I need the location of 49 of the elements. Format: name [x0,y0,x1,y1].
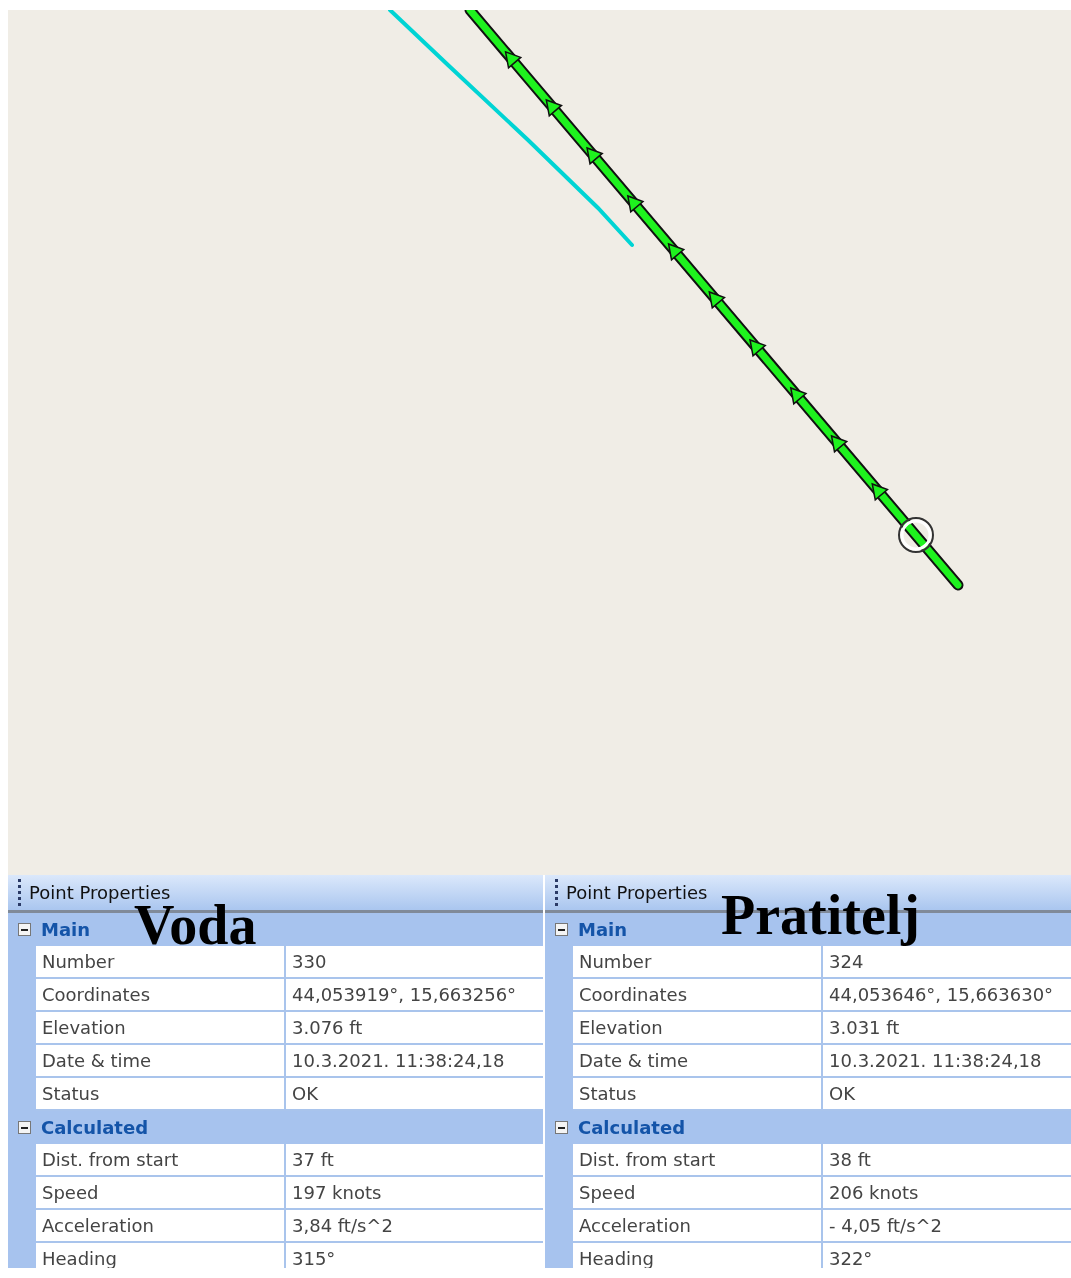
collapse-icon[interactable] [555,1121,568,1134]
property-name: Heading [573,1243,823,1268]
property-name: Speed [36,1177,286,1210]
property-name: Elevation [36,1012,286,1045]
property-name: Number [36,946,286,979]
property-name: Heading [36,1243,286,1268]
property-name: Speed [573,1177,823,1210]
property-name: Coordinates [573,979,823,1012]
property-name: Date & time [36,1045,286,1078]
property-value: 10.3.2021. 11:38:24,18 [286,1045,543,1078]
property-value: 197 knots [286,1177,543,1210]
property-name: Dist. from start [573,1144,823,1177]
category-label: Main [578,919,628,940]
property-value: OK [286,1078,543,1111]
panel-title: Point Properties [566,882,708,903]
property-value: 324 [823,946,1071,979]
grip-icon [555,878,558,907]
property-value: OK [823,1078,1071,1111]
property-value: 206 knots [823,1177,1071,1210]
property-value: - 4,05 ft/s^2 [823,1210,1071,1243]
property-value: 37 ft [286,1144,543,1177]
property-value: 10.3.2021. 11:38:24,18 [823,1045,1071,1078]
property-value: 315° [286,1243,543,1268]
grip-icon [18,878,21,907]
collapse-icon[interactable] [555,923,568,936]
panel-title: Point Properties [29,882,171,903]
property-name: Number [573,946,823,979]
property-name: Elevation [573,1012,823,1045]
property-value: 38 ft [823,1144,1071,1177]
collapse-icon[interactable] [18,1121,31,1134]
property-name: Coordinates [36,979,286,1012]
property-name: Status [36,1078,286,1111]
property-value: 3.031 ft [823,1012,1071,1045]
category-label: Main [41,919,91,940]
category-label: Calculated [578,1117,686,1138]
property-value: 3.076 ft [286,1012,543,1045]
property-name: Date & time [573,1045,823,1078]
property-name: Status [573,1078,823,1111]
collapse-icon[interactable] [18,923,31,936]
property-name: Acceleration [573,1210,823,1243]
property-value: 3,84 ft/s^2 [286,1210,543,1243]
property-value: 330 [286,946,543,979]
property-value: 322° [823,1243,1071,1268]
property-name: Dist. from start [36,1144,286,1177]
category-label: Calculated [41,1117,149,1138]
property-value: 44,053646°, 15,663630° [823,979,1071,1012]
property-value: 44,053919°, 15,663256° [286,979,543,1012]
property-name: Acceleration [36,1210,286,1243]
point-marker-icon [898,517,934,553]
